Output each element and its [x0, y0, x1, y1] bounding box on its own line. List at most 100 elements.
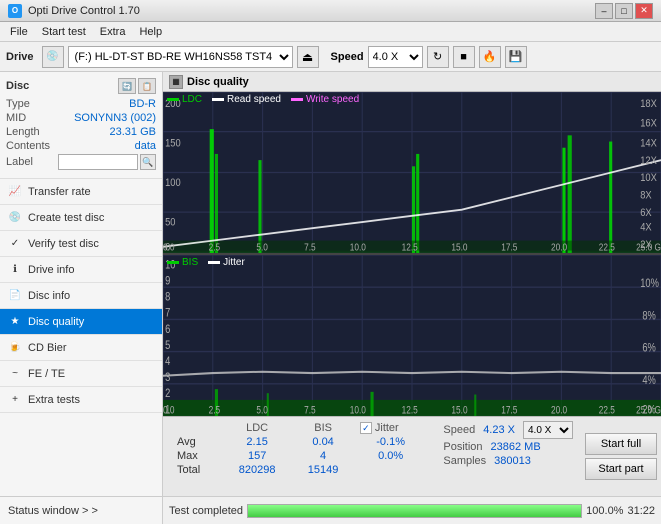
svg-text:2.5: 2.5 — [209, 404, 221, 416]
sidebar-item-label: Create test disc — [28, 212, 104, 224]
drive-select[interactable]: (F:) HL-DT-ST BD-RE WH16NS58 TST4 — [68, 46, 293, 68]
action-buttons: Start full Start part — [581, 417, 661, 496]
sidebar-item-disc-info[interactable]: 📄 Disc info — [0, 283, 162, 309]
menu-help[interactable]: Help — [133, 24, 168, 40]
dq-title: Disc quality — [187, 76, 249, 88]
bis-legend-label: BIS — [182, 257, 198, 268]
sidebar-item-create-test-disc[interactable]: 💿 Create test disc — [0, 205, 162, 231]
stats-max-ldc: 157 — [222, 449, 292, 463]
eject-button[interactable]: ⏏ — [297, 46, 319, 68]
sidebar-item-label: CD Bier — [28, 342, 67, 354]
disc-icons: 🔄 📋 — [118, 78, 156, 94]
stats-max-label: Max — [171, 449, 222, 463]
top-chart: LDC Read speed Write speed — [163, 92, 661, 255]
svg-text:5.0: 5.0 — [256, 404, 268, 416]
disc-label-input-row: 🔍 — [58, 154, 156, 170]
media-button[interactable]: ■ — [453, 46, 475, 68]
stats-avg-jitter: -0.1% — [354, 435, 428, 449]
maximize-button[interactable]: □ — [615, 3, 633, 19]
svg-text:7.5: 7.5 — [304, 242, 316, 253]
titlebar-controls: – □ ✕ — [595, 3, 653, 19]
disc-type-row: Type BD-R — [6, 98, 156, 110]
transfer-rate-icon: 📈 — [8, 185, 22, 199]
jitter-legend-dot — [208, 261, 220, 264]
menu-start-test[interactable]: Start test — [36, 24, 92, 40]
stats-avg-ldc: 2.15 — [222, 435, 292, 449]
close-button[interactable]: ✕ — [635, 3, 653, 19]
disc-quality-panel: ▦ Disc quality LDC — [163, 72, 661, 496]
start-full-button[interactable]: Start full — [585, 433, 657, 455]
jitter-checkbox[interactable]: ✓ — [360, 422, 372, 434]
disc-info-icon: 📄 — [8, 289, 22, 303]
app-icon: O — [8, 4, 22, 18]
disc-length-label: Length — [6, 126, 40, 138]
statusbar: Test completed 100.0% 31:22 — [163, 496, 661, 524]
svg-text:50: 50 — [165, 217, 176, 229]
svg-text:10X: 10X — [640, 172, 657, 184]
refresh-button[interactable]: ↻ — [427, 46, 449, 68]
right-stats: Speed 4.23 X 4.0 X Position 23862 MB Sam… — [435, 417, 581, 496]
sidebar-item-cd-bier[interactable]: 🍺 CD Bier — [0, 335, 162, 361]
menu-extra[interactable]: Extra — [94, 24, 132, 40]
speed-select[interactable]: 4.0 X — [368, 46, 423, 68]
svg-text:4: 4 — [165, 355, 170, 368]
svg-text:5: 5 — [165, 339, 170, 352]
stats-avg-label: Avg — [171, 435, 222, 449]
stats-col-jitter-check: ✓ Jitter — [354, 421, 428, 435]
menu-file[interactable]: File — [4, 24, 34, 40]
minimize-button[interactable]: – — [595, 3, 613, 19]
jitter-header-label: Jitter — [375, 422, 399, 434]
svg-text:7: 7 — [165, 307, 170, 320]
svg-text:17.5: 17.5 — [501, 404, 517, 416]
position-row: Position 23862 MB — [443, 441, 573, 453]
stats-col-ldc: LDC — [222, 421, 292, 435]
sidebar-item-extra-tests[interactable]: + Extra tests — [0, 387, 162, 413]
speed-stat-select[interactable]: 4.0 X — [523, 421, 573, 439]
main-layout: Disc 🔄 📋 Type BD-R MID SONYNN3 (002) Len… — [0, 72, 661, 524]
svg-text:20.0: 20.0 — [551, 242, 567, 253]
dq-titlebar: ▦ Disc quality — [163, 72, 661, 92]
dq-icon: ▦ — [169, 75, 183, 89]
stats-avg-bis: 0.04 — [292, 435, 354, 449]
charts-wrapper: LDC Read speed Write speed — [163, 92, 661, 416]
svg-text:6X: 6X — [640, 207, 652, 219]
stats-table-area: LDC BIS ✓ Jitter — [163, 417, 435, 496]
speed-label: Speed — [331, 51, 364, 63]
stats-max-row: Max 157 4 0.0% — [171, 449, 427, 463]
status-window-btn[interactable]: Status window > > — [0, 496, 162, 524]
disc-label-input[interactable] — [58, 154, 138, 170]
start-part-button[interactable]: Start part — [585, 458, 657, 480]
svg-text:10%: 10% — [640, 277, 659, 290]
disc-contents-label: Contents — [6, 140, 50, 152]
sidebar-item-drive-info[interactable]: ℹ Drive info — [0, 257, 162, 283]
svg-text:18X: 18X — [640, 98, 657, 110]
disc-icon-2[interactable]: 📋 — [138, 78, 156, 94]
sidebar-item-label: Disc info — [28, 290, 70, 302]
stats-max-bis: 4 — [292, 449, 354, 463]
sidebar-item-verify-test-disc[interactable]: ✓ Verify test disc — [0, 231, 162, 257]
disc-icon-1[interactable]: 🔄 — [118, 78, 136, 94]
disc-mid-label: MID — [6, 112, 26, 124]
create-test-disc-icon: 💿 — [8, 211, 22, 225]
speed-stat-value: 4.23 X — [483, 424, 515, 436]
stats-max-jitter: 0.0% — [354, 449, 428, 463]
sidebar-item-fe-te[interactable]: ~ FE / TE — [0, 361, 162, 387]
sidebar-item-label: Transfer rate — [28, 186, 91, 198]
svg-text:8: 8 — [165, 291, 170, 304]
save-button[interactable]: 💾 — [505, 46, 527, 68]
titlebar: O Opti Drive Control 1.70 – □ ✕ — [0, 0, 661, 22]
svg-text:6: 6 — [165, 323, 170, 336]
toolbar: Drive 💿 (F:) HL-DT-ST BD-RE WH16NS58 TST… — [0, 42, 661, 72]
sidebar-item-transfer-rate[interactable]: 📈 Transfer rate — [0, 179, 162, 205]
svg-text:22.5: 22.5 — [599, 404, 615, 416]
bottom-legend: BIS Jitter — [167, 257, 245, 268]
burn-button[interactable]: 🔥 — [479, 46, 501, 68]
disc-label-btn[interactable]: 🔍 — [140, 154, 156, 170]
samples-label: Samples — [443, 455, 486, 467]
svg-text:0.0: 0.0 — [163, 404, 175, 416]
samples-row: Samples 380013 — [443, 455, 573, 467]
svg-text:4%: 4% — [642, 374, 656, 387]
sidebar-item-disc-quality[interactable]: ★ Disc quality — [0, 309, 162, 335]
svg-text:2: 2 — [165, 387, 170, 400]
jitter-legend: Jitter — [208, 257, 245, 268]
